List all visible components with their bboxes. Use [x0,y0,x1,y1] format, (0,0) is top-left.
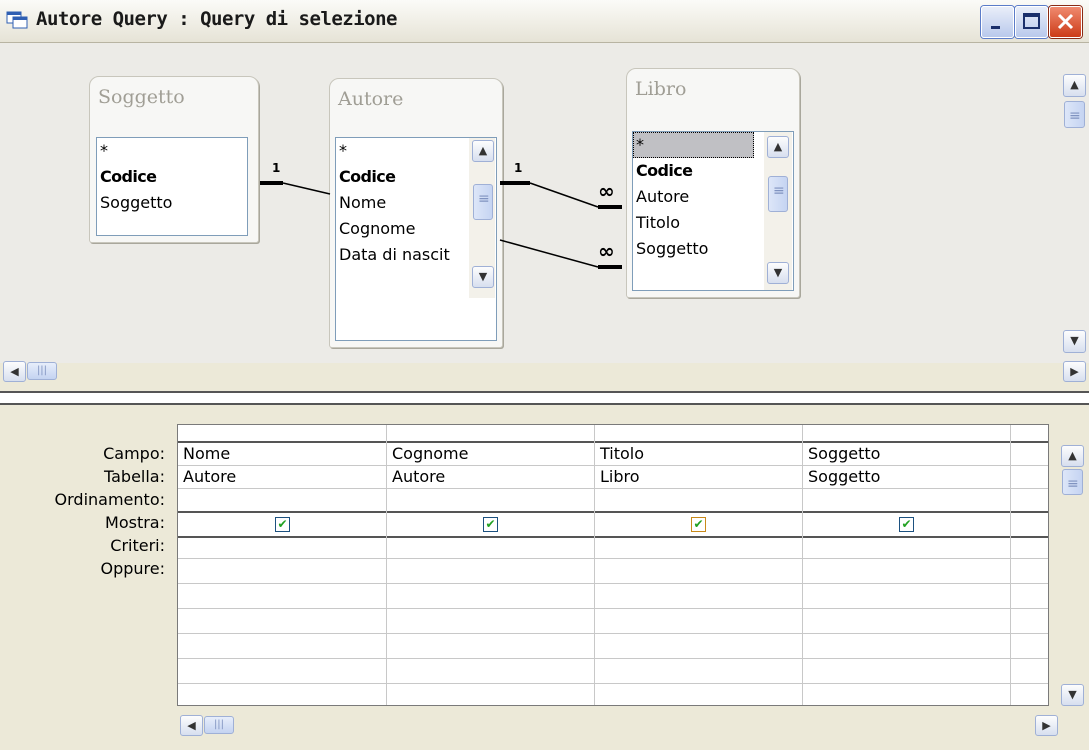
grid-hscroll-thumb[interactable]: ||| [204,716,234,734]
relationship-line [499,239,599,268]
show-checkbox[interactable]: ✔ [483,517,498,532]
query-window-icon [6,11,28,29]
relationship-line [282,182,331,195]
relationship-one-label: 1 [514,161,523,175]
grid-scroll-left-button[interactable]: ◀ [180,715,203,736]
row-label-tabella: Tabella: [103,467,165,486]
diagram-scroll-right-button[interactable]: ▶ [1063,361,1086,382]
row-label-mostra: Mostra: [105,513,165,532]
design-grid[interactable]: Nome Autore ✔ Cognome Autore ✔ Titolo Li… [177,424,1049,706]
maximize-button[interactable] [1015,6,1048,38]
show-checkbox[interactable]: ✔ [275,517,290,532]
cell-campo[interactable]: Titolo [595,442,798,465]
table-diagram-pane: Soggetto * Codice Soggetto Autore * Codi… [0,43,1089,382]
diagram-hscroll-thumb[interactable]: ||| [27,362,57,380]
cell-campo[interactable]: Nome [178,442,381,465]
row-label-ordinamento: Ordinamento: [54,490,165,509]
cell-campo[interactable]: Cognome [387,442,590,465]
row-label-criteri: Criteri: [110,536,165,555]
title-bar: Autore Query : Query di selezione [0,0,1089,43]
show-checkbox[interactable]: ✔ [691,517,706,532]
minimize-button[interactable] [981,6,1014,38]
show-checkbox[interactable]: ✔ [899,517,914,532]
grid-scroll-right-button[interactable]: ▶ [1035,715,1058,736]
row-label-oppure: Oppure: [100,559,165,578]
grid-scroll-down-button[interactable]: ▼ [1061,684,1084,706]
window-title: Autore Query : Query di selezione [36,8,398,30]
grid-scroll-up-button[interactable]: ▲ [1061,445,1084,467]
diagram-scroll-left-button[interactable]: ◀ [3,361,26,382]
relationship-line [529,182,599,208]
minimize-icon [991,26,1000,29]
relationship-one-label: 1 [272,161,281,175]
cell-tabella[interactable]: Libro [595,465,798,488]
diagram-scroll-up-button[interactable]: ▲ [1063,74,1086,97]
cell-tabella[interactable]: Soggetto [803,465,1006,488]
cell-campo[interactable]: Soggetto [803,442,1006,465]
diagram-vscroll-thumb[interactable] [1064,101,1085,128]
relationship-many-label: ∞ [598,179,615,203]
row-label-campo: Campo: [103,444,165,463]
query-design-grid-pane: Campo: Tabella: Ordinamento: Mostra: Cri… [0,405,1089,750]
grid-vscroll-thumb[interactable] [1062,469,1083,495]
cell-tabella[interactable]: Autore [387,465,590,488]
pane-splitter[interactable] [0,391,1089,405]
close-button[interactable] [1049,6,1082,38]
cell-tabella[interactable]: Autore [178,465,381,488]
diagram-scroll-down-button[interactable]: ▼ [1063,330,1086,353]
close-icon [1057,13,1074,30]
maximize-icon [1023,13,1040,29]
relationship-many-label: ∞ [598,239,615,263]
relationship-lines [260,181,622,269]
